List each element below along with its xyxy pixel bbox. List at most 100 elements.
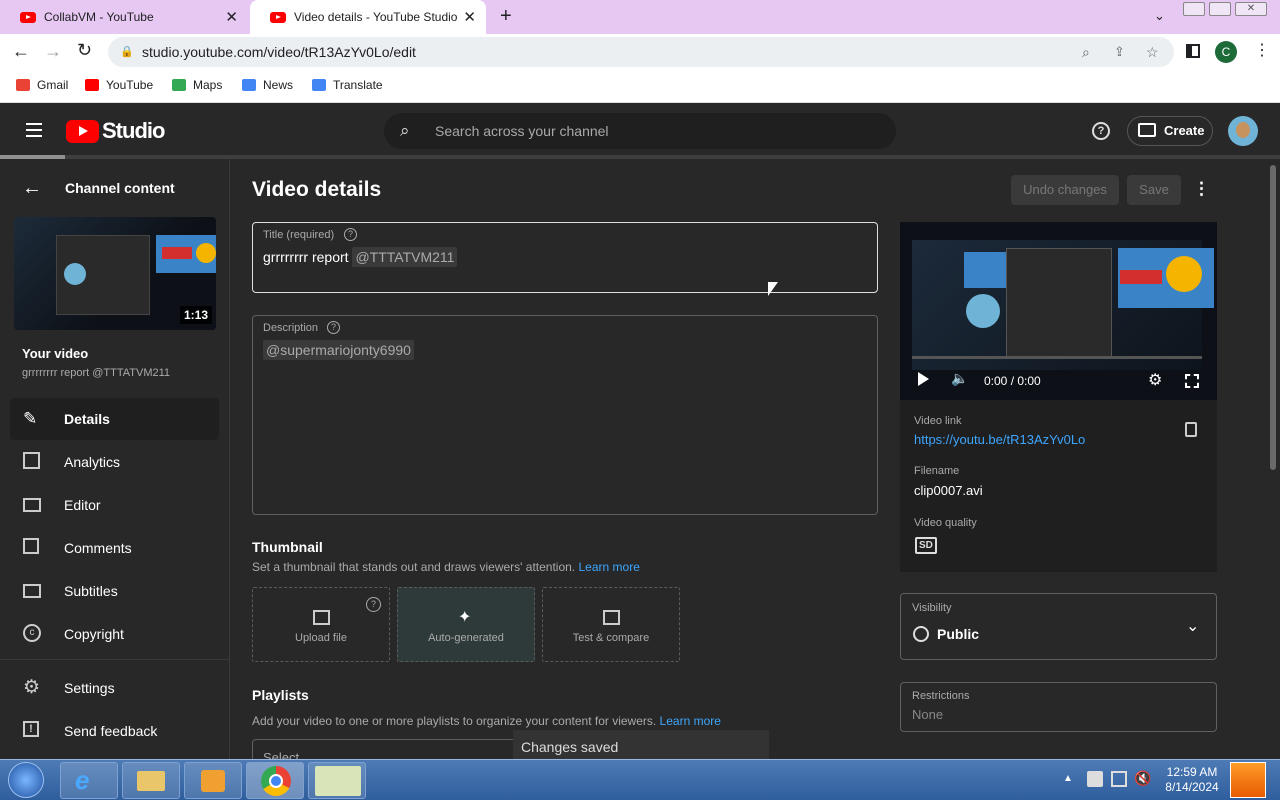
translate-icon (312, 79, 326, 91)
mouse-cursor-icon (768, 282, 778, 296)
description-field[interactable]: Description ? @supermariojonty6990 (252, 315, 878, 515)
taskbar-media-player[interactable] (184, 762, 242, 799)
scrollbar-thumb[interactable] (1270, 165, 1276, 470)
sidebar-item-comments[interactable]: Comments (10, 527, 219, 569)
toast-changes-saved: Changes saved (513, 730, 769, 759)
close-window-icon[interactable]: ✕ (1235, 2, 1267, 16)
system-clock[interactable]: 12:59 AM 8/14/2024 (1160, 765, 1224, 795)
sidebar-item-subtitles[interactable]: Subtitles (10, 570, 219, 612)
restore-icon[interactable] (1209, 2, 1231, 16)
address-bar[interactable]: 🔒 studio.youtube.com/video/tR13AzYv0Lo/e… (108, 37, 1174, 67)
page-scrollbar[interactable] (1267, 159, 1280, 759)
channel-content-link[interactable]: Channel content (65, 180, 175, 196)
upload-thumbnail-button[interactable]: Upload file ? (252, 587, 390, 662)
close-tab-icon[interactable]: ✕ (463, 8, 476, 26)
minimize-icon[interactable] (1183, 2, 1205, 16)
undo-changes-button[interactable]: Undo changes (1011, 175, 1119, 205)
reload-icon[interactable]: ↻ (77, 40, 92, 61)
volume-muted-icon[interactable]: 🔇 (1134, 770, 1151, 787)
bookmarks-bar: Gmail YouTube Maps News Translate (0, 70, 1280, 103)
hamburger-menu-icon[interactable] (26, 123, 42, 137)
channel-avatar[interactable] (1228, 116, 1258, 146)
globe-icon (913, 626, 929, 642)
channel-search-input[interactable]: ⌕ Search across your channel (384, 113, 896, 149)
pencil-icon: ✎ (23, 409, 38, 428)
fullscreen-icon[interactable] (1185, 374, 1199, 388)
feedback-icon: ! (23, 721, 39, 737)
play-icon[interactable] (918, 372, 929, 386)
video-player[interactable]: 🔈 0:00 / 0:00 ⚙ (900, 222, 1217, 400)
tab-search-chevron-icon[interactable]: ⌄ (1154, 8, 1165, 24)
new-tab-icon[interactable]: + (500, 5, 512, 28)
bookmark-news[interactable]: News (242, 78, 293, 92)
help-icon[interactable]: ? (327, 321, 340, 334)
tab-title: CollabVM - YouTube (44, 10, 154, 24)
back-arrow-icon[interactable]: ← (22, 177, 42, 200)
maps-icon (172, 79, 186, 91)
analytics-icon (23, 452, 40, 469)
taskbar-chrome[interactable] (246, 762, 304, 799)
taskbar-app[interactable] (308, 762, 366, 799)
video-quality-label: Video quality (914, 517, 977, 529)
youtube-logo-icon (66, 119, 99, 143)
studio-header: Studio ⌕ Search across your channel ? Cr… (0, 103, 1280, 157)
help-icon[interactable]: ? (344, 228, 357, 241)
create-button[interactable]: Create (1127, 116, 1213, 146)
search-icon: ⌕ (400, 121, 410, 140)
help-icon[interactable]: ? (1092, 122, 1110, 140)
sidebar-item-copyright[interactable]: c Copyright (10, 613, 219, 655)
action-center-icon[interactable] (1087, 771, 1103, 787)
volume-icon[interactable]: 🔈 (951, 370, 968, 387)
zoom-icon[interactable]: ⌕ (1082, 37, 1090, 67)
network-icon[interactable] (1111, 771, 1127, 787)
visibility-dropdown[interactable]: Visibility Public ⌄ (900, 593, 1217, 660)
youtube-icon (85, 79, 99, 91)
youtube-favicon-icon (20, 11, 36, 23)
app-icon (315, 766, 361, 796)
bookmark-youtube[interactable]: YouTube (85, 78, 153, 92)
sidebar-item-analytics[interactable]: Analytics (10, 441, 219, 483)
sidebar: ← Channel content 1:13 Your video grrrrr… (0, 159, 230, 759)
sidebar-item-details[interactable]: ✎ Details (10, 398, 219, 440)
studio-logo[interactable]: Studio (66, 118, 165, 144)
taskbar-internet-explorer[interactable]: e (60, 762, 118, 799)
tab-video-details[interactable]: Video details - YouTube Studio ✕ (250, 0, 486, 34)
bookmark-maps[interactable]: Maps (172, 78, 222, 92)
auto-generated-thumbnail[interactable]: ✦ Auto-generated (397, 587, 535, 662)
back-arrow-icon[interactable]: ← (12, 41, 30, 62)
close-tab-icon[interactable]: ✕ (225, 8, 238, 26)
learn-more-link[interactable]: Learn more (660, 714, 721, 728)
player-settings-gear-icon[interactable]: ⚙ (1148, 370, 1162, 390)
more-options-icon[interactable]: ⋮ (1193, 179, 1210, 199)
start-button-icon[interactable] (8, 762, 44, 798)
help-icon[interactable]: ? (366, 597, 381, 612)
show-hidden-icons-icon[interactable]: ▲ (1063, 773, 1073, 784)
side-panel-icon[interactable] (1186, 44, 1200, 58)
forward-arrow-icon[interactable]: → (44, 41, 62, 62)
bookmark-gmail[interactable]: Gmail (16, 78, 68, 92)
title-field[interactable]: Title (required) ? grrrrrrrr report @TTT… (252, 222, 878, 293)
sidebar-item-settings[interactable]: ⚙ Settings (10, 667, 219, 709)
learn-more-link[interactable]: Learn more (579, 560, 640, 574)
tab-collabvm[interactable]: CollabVM - YouTube ✕ (0, 0, 248, 34)
bookmark-translate[interactable]: Translate (312, 78, 383, 92)
title-input[interactable]: grrrrrrrr report @TTTATVM211 (263, 247, 458, 267)
sidebar-item-editor[interactable]: Editor (10, 484, 219, 526)
description-input[interactable]: @supermariojonty6990 (263, 340, 414, 360)
video-thumbnail[interactable]: 1:13 (14, 217, 216, 330)
bookmark-star-icon[interactable]: ☆ (1146, 37, 1159, 67)
subtitles-icon (23, 584, 41, 598)
copy-icon[interactable] (1185, 422, 1197, 437)
video-link[interactable]: https://youtu.be/tR13AzYv0Lo (914, 432, 1085, 447)
test-compare-button[interactable]: Test & compare (542, 587, 680, 662)
share-icon[interactable]: ⇪ (1114, 37, 1125, 67)
browser-toolbar: ← → ↻ 🔒 studio.youtube.com/video/tR13AzY… (0, 34, 1280, 70)
sidebar-item-send-feedback[interactable]: ! Send feedback (10, 710, 219, 752)
profile-avatar[interactable]: C (1215, 41, 1237, 63)
restrictions-field[interactable]: Restrictions None (900, 682, 1217, 732)
taskbar-file-explorer[interactable] (122, 762, 180, 799)
gear-icon: ⚙ (23, 677, 41, 698)
chrome-menu-icon[interactable]: ⋮ (1254, 40, 1270, 60)
save-button[interactable]: Save (1127, 175, 1181, 205)
filename-label: Filename (914, 465, 960, 477)
